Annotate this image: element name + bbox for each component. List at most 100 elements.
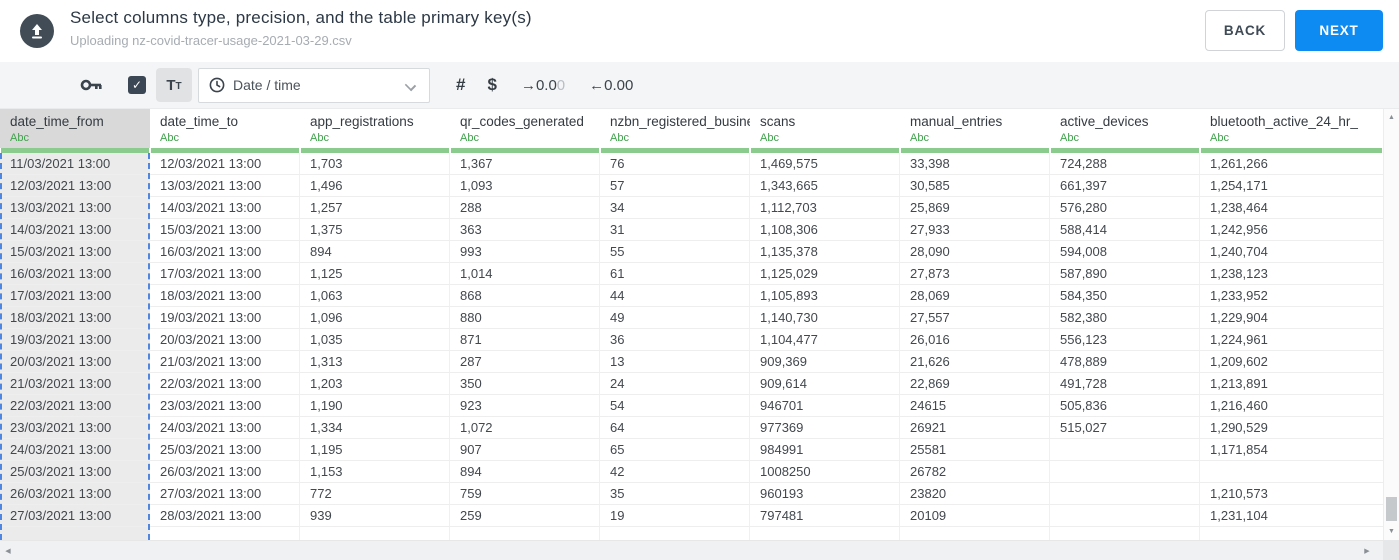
table-row: 18/03/2021 13:00 19/03/2021 13:00 1,096 880… <box>0 307 1383 329</box>
table-cell: 1,125,029 <box>750 263 900 285</box>
table-cell: 25581 <box>900 439 1050 461</box>
table-cell: 26782 <box>900 461 1050 483</box>
primary-key-icon[interactable] <box>80 77 104 93</box>
column-type-dropdown[interactable]: Date / time <box>198 67 430 103</box>
selected-column-dash-left <box>0 153 2 540</box>
table-cell: 25/03/2021 13:00 <box>150 439 300 461</box>
table-cell: 772 <box>300 483 450 505</box>
table-cell: 42 <box>600 461 750 483</box>
table-cell: 23820 <box>900 483 1050 505</box>
table-cell: 11/03/2021 13:00 <box>0 153 150 175</box>
column-header-scans[interactable]: scans Abc <box>750 109 900 148</box>
table-row: 14/03/2021 13:00 15/03/2021 13:00 1,375 363… <box>0 219 1383 241</box>
column-header-nzbn_registered_busine[interactable]: nzbn_registered_busine Abc <box>600 109 750 148</box>
table-cell: 724,288 <box>1050 153 1200 175</box>
decrease-precision-button[interactable]: ←0.00 <box>589 77 633 94</box>
currency-type-button[interactable]: $ <box>487 75 496 95</box>
table-cell <box>150 527 300 540</box>
table-cell: 27/03/2021 13:00 <box>150 483 300 505</box>
table-cell: 288 <box>450 197 600 219</box>
table-cell: 1,290,529 <box>1200 417 1383 439</box>
table-cell: 1,108,306 <box>750 219 900 241</box>
vertical-scrollbar[interactable]: ▲ ▼ <box>1383 109 1399 540</box>
column-type-badge: Abc <box>760 132 779 144</box>
table-cell: 759 <box>450 483 600 505</box>
number-type-button[interactable]: # <box>456 75 465 95</box>
table-cell: 582,380 <box>1050 307 1200 329</box>
arrow-right-icon: → <box>520 76 536 94</box>
table-cell: 1,072 <box>450 417 600 439</box>
table-cell: 26/03/2021 13:00 <box>0 483 150 505</box>
column-type-badge: Abc <box>1060 132 1079 144</box>
table-cell: 894 <box>300 241 450 263</box>
table-cell: 1,213,891 <box>1200 373 1383 395</box>
column-name: nzbn_registered_busine <box>610 114 750 129</box>
scroll-right-arrow-icon[interactable]: ▶ <box>1359 547 1375 555</box>
precision-remove-value: 0.00 <box>604 76 634 94</box>
table-row: 22/03/2021 13:00 23/03/2021 13:00 1,190 923… <box>0 395 1383 417</box>
column-header-date_time_to[interactable]: date_time_to Abc <box>150 109 300 148</box>
horizontal-scrollbar[interactable]: ◀ ▶ <box>0 540 1383 560</box>
include-column-checkbox[interactable]: ✓ <box>128 76 146 94</box>
table-cell: 868 <box>450 285 600 307</box>
column-name: bluetooth_active_24_hr_ <box>1210 114 1358 129</box>
increase-precision-button[interactable]: →0.00 <box>521 77 565 94</box>
column-header-date_time_from[interactable]: date_time_from Abc <box>0 109 150 148</box>
table-cell <box>300 527 450 540</box>
table-cell: 1,254,171 <box>1200 175 1383 197</box>
table-cell: 259 <box>450 505 600 527</box>
table-cell: 993 <box>450 241 600 263</box>
text-type-button[interactable]: TT <box>156 68 192 102</box>
table-cell: 21/03/2021 13:00 <box>150 351 300 373</box>
column-name: manual_entries <box>910 114 1003 129</box>
table-cell: 1008250 <box>750 461 900 483</box>
column-type-badge: Abc <box>160 132 179 144</box>
vertical-scrollbar-thumb[interactable] <box>1386 497 1397 521</box>
selected-column-dash-right <box>148 153 150 540</box>
table-row: 15/03/2021 13:00 16/03/2021 13:00 894 993 55… <box>0 241 1383 263</box>
column-header-active_devices[interactable]: active_devices Abc <box>1050 109 1200 148</box>
table-cell: 20/03/2021 13:00 <box>0 351 150 373</box>
table-cell: 49 <box>600 307 750 329</box>
table-cell: 1,105,893 <box>750 285 900 307</box>
table-cell: 350 <box>450 373 600 395</box>
column-header-app_registrations[interactable]: app_registrations Abc <box>300 109 450 148</box>
column-header-bluetooth_active_24_hr_[interactable]: bluetooth_active_24_hr_ Abc <box>1200 109 1383 148</box>
column-header-manual_entries[interactable]: manual_entries Abc <box>900 109 1050 148</box>
table-cell: 24 <box>600 373 750 395</box>
table-cell: 26/03/2021 13:00 <box>150 461 300 483</box>
table-body: 11/03/2021 13:00 12/03/2021 13:00 1,703 1,3… <box>0 153 1383 540</box>
table-cell: 15/03/2021 13:00 <box>150 219 300 241</box>
table-cell: 1,171,854 <box>1200 439 1383 461</box>
table-cell: 64 <box>600 417 750 439</box>
table-cell: 515,027 <box>1050 417 1200 439</box>
column-header-qr_codes_generated[interactable]: qr_codes_generated Abc <box>450 109 600 148</box>
table-row: 13/03/2021 13:00 14/03/2021 13:00 1,257 288… <box>0 197 1383 219</box>
table-cell: 797481 <box>750 505 900 527</box>
precision-add-faded-digit: 0 <box>556 76 566 94</box>
scroll-left-arrow-icon[interactable]: ◀ <box>0 547 16 555</box>
table-cell: 19/03/2021 13:00 <box>150 307 300 329</box>
scroll-up-arrow-icon[interactable]: ▲ <box>1384 114 1399 121</box>
table-cell: 1,375 <box>300 219 450 241</box>
scroll-down-arrow-icon[interactable]: ▼ <box>1384 528 1399 535</box>
table-cell: 1,233,952 <box>1200 285 1383 307</box>
text-type-label-small: T <box>175 81 182 92</box>
table-cell: 28,090 <box>900 241 1050 263</box>
table-row: 26/03/2021 13:00 27/03/2021 13:00 772 759 35… <box>0 483 1383 505</box>
table-cell: 661,397 <box>1050 175 1200 197</box>
table-cell: 1,203 <box>300 373 450 395</box>
column-name: app_registrations <box>310 114 414 129</box>
table-cell: 576,280 <box>1050 197 1200 219</box>
column-type-toolbar: ✓ TT Date / time # $ → 0.00 ←0.00 <box>0 62 1399 109</box>
table-cell: 1,224,961 <box>1200 329 1383 351</box>
back-button[interactable]: BACK <box>1205 10 1285 51</box>
table-cell: 960193 <box>750 483 900 505</box>
table-cell <box>1200 461 1383 483</box>
next-button[interactable]: NEXT <box>1295 10 1383 51</box>
table-cell: 1,195 <box>300 439 450 461</box>
table-cell: 24/03/2021 13:00 <box>0 439 150 461</box>
clock-icon <box>209 77 225 93</box>
table-cell <box>1200 527 1383 540</box>
table-cell: 61 <box>600 263 750 285</box>
